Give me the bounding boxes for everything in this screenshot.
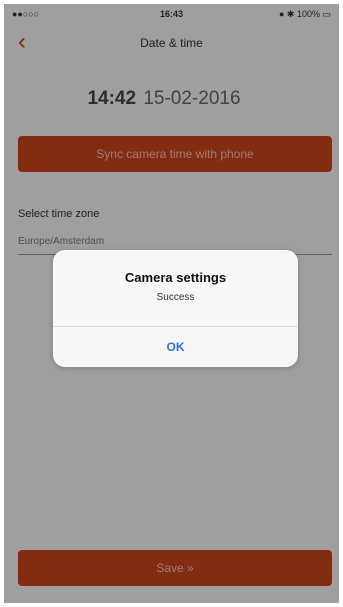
dialog-title: Camera settings bbox=[124, 270, 227, 285]
dialog-ok-button[interactable]: OK bbox=[53, 327, 298, 367]
alert-dialog: Camera settings Success OK bbox=[53, 250, 298, 367]
dialog-message: Success bbox=[156, 292, 195, 303]
app-screen: ●●○○○ 16:43 ● ✱ 100% ▭ ‹ Date & time 14:… bbox=[4, 4, 339, 603]
